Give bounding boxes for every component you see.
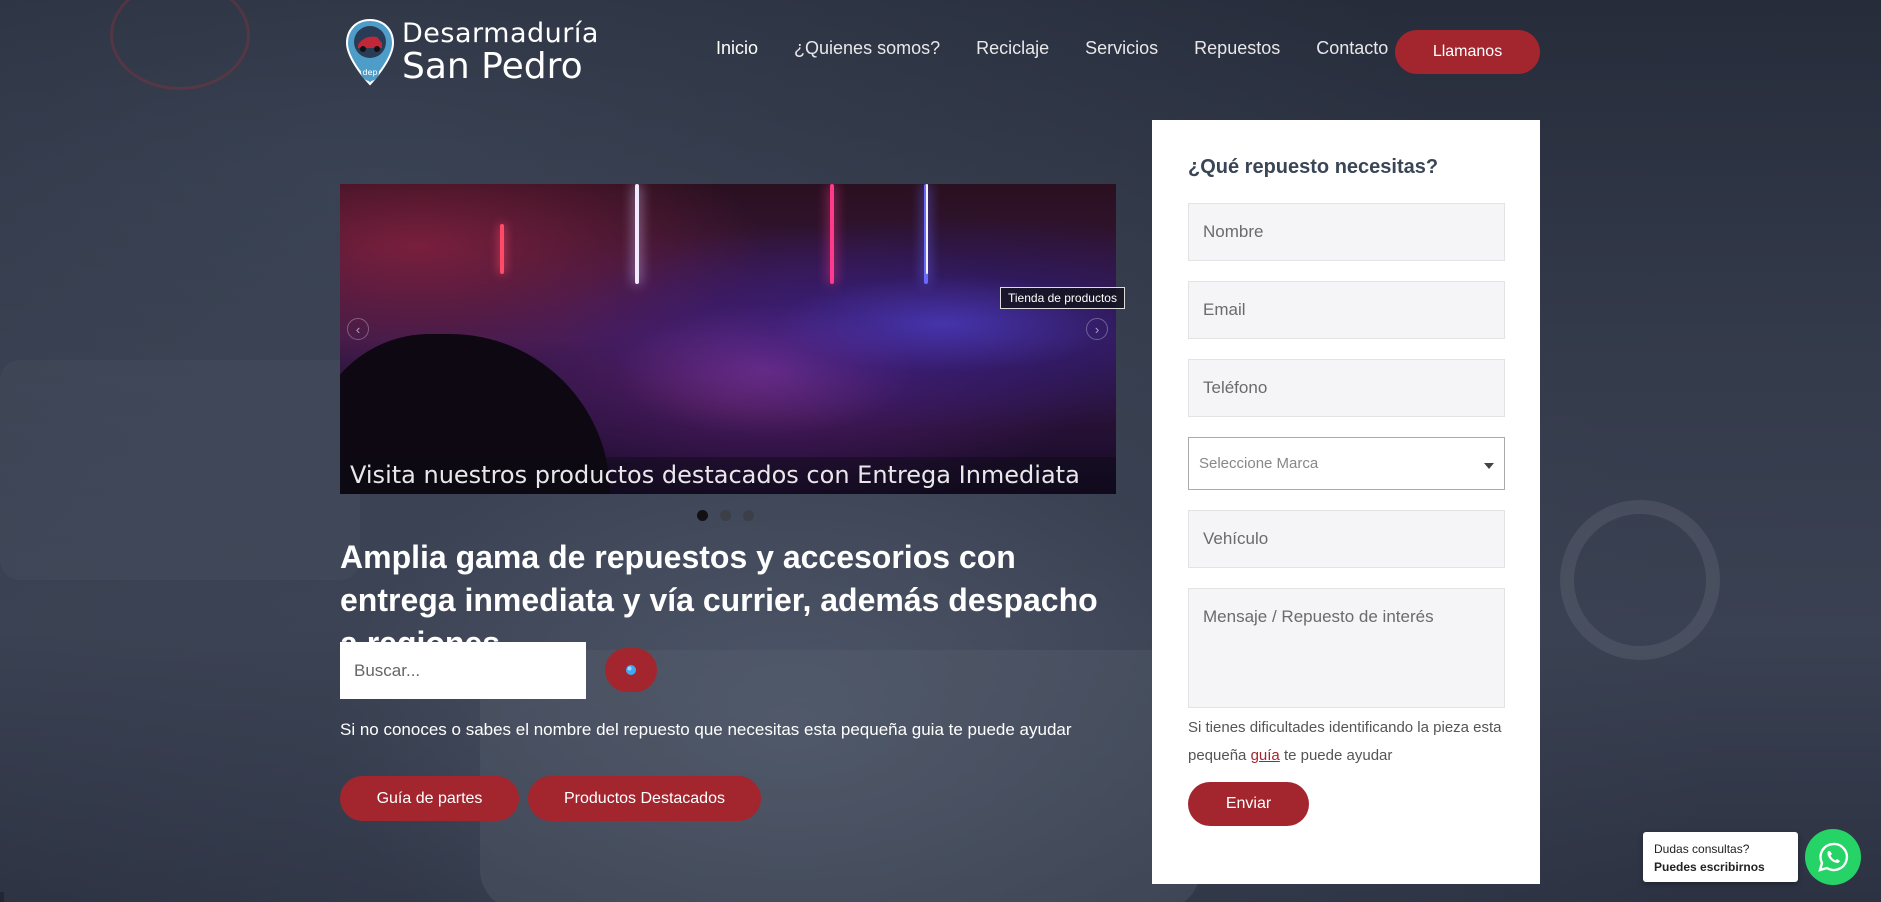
nav-item-inicio[interactable]: Inicio bbox=[716, 38, 758, 59]
whatsapp-icon bbox=[1818, 842, 1849, 872]
submit-button[interactable]: Enviar bbox=[1188, 782, 1309, 826]
nav-item-contacto[interactable]: Contacto bbox=[1316, 38, 1388, 59]
neon-light-decoration bbox=[500, 224, 504, 274]
nav-item-servicios[interactable]: Servicios bbox=[1085, 38, 1158, 59]
vehicle-field[interactable] bbox=[1188, 510, 1505, 568]
guide-link[interactable]: guía bbox=[1251, 747, 1280, 764]
phone-field[interactable] bbox=[1188, 359, 1505, 417]
brand-select[interactable]: Seleccione Marca bbox=[1188, 437, 1505, 490]
background-shape bbox=[110, 0, 250, 90]
neon-light-decoration bbox=[830, 184, 834, 284]
main-nav: Inicio ¿Quienes somos? Reciclaje Servici… bbox=[716, 38, 1424, 59]
search-button[interactable] bbox=[605, 648, 657, 692]
message-field[interactable] bbox=[1188, 588, 1505, 708]
quote-form: ¿Qué repuesto necesitas? Seleccione Marc… bbox=[1152, 120, 1540, 884]
search-icon bbox=[626, 665, 636, 675]
logo-badge-text: dep bbox=[362, 68, 377, 77]
slider-dot-3[interactable] bbox=[743, 510, 754, 521]
featured-products-button[interactable]: Productos Destacados bbox=[528, 776, 761, 821]
whatsapp-button[interactable] bbox=[1805, 829, 1861, 885]
slider-dot-1[interactable] bbox=[697, 510, 708, 521]
parts-guide-button[interactable]: Guía de partes bbox=[340, 776, 519, 821]
slider-dots bbox=[697, 510, 754, 521]
search-input[interactable] bbox=[340, 642, 586, 699]
background-shape bbox=[0, 360, 360, 580]
form-note-text-end: te puede ayudar bbox=[1279, 747, 1393, 764]
background-shape bbox=[1560, 500, 1720, 660]
map-pin-logo-icon: dep bbox=[344, 18, 396, 86]
chat-prompt-line2: Puedes escribirnos bbox=[1654, 860, 1765, 874]
nav-item-repuestos[interactable]: Repuestos bbox=[1194, 38, 1280, 59]
call-button[interactable]: Llamanos bbox=[1395, 30, 1540, 74]
nav-item-quienes-somos[interactable]: ¿Quienes somos? bbox=[794, 38, 940, 59]
neon-light-decoration bbox=[926, 184, 928, 274]
slider-next-arrow-icon[interactable]: › bbox=[1086, 318, 1108, 340]
chevron-down-icon bbox=[1484, 462, 1494, 469]
chat-prompt-bubble[interactable]: Dudas consultas? Puedes escribirnos bbox=[1643, 832, 1798, 882]
slide-caption: Visita nuestros productos destacados con… bbox=[340, 457, 1116, 494]
product-slider[interactable]: Visita nuestros productos destacados con… bbox=[340, 184, 1116, 494]
name-field[interactable] bbox=[1188, 203, 1505, 261]
site-logo[interactable]: dep Desarmaduría San Pedro bbox=[344, 18, 599, 86]
brand-name-line2: San Pedro bbox=[402, 45, 583, 87]
brand-select-value: Seleccione Marca bbox=[1199, 455, 1319, 472]
status-bar-url bbox=[0, 892, 4, 902]
neon-light-decoration bbox=[635, 184, 639, 284]
form-title: ¿Qué repuesto necesitas? bbox=[1188, 156, 1439, 178]
email-field[interactable] bbox=[1188, 281, 1505, 339]
nav-item-reciclaje[interactable]: Reciclaje bbox=[976, 38, 1049, 59]
form-note: Si tienes dificultades identificando la … bbox=[1188, 714, 1508, 770]
guide-helper-text: Si no conoces o sabes el nombre del repu… bbox=[340, 720, 1072, 739]
chat-prompt-line1: Dudas consultas? bbox=[1654, 842, 1750, 856]
slider-dot-2[interactable] bbox=[720, 510, 731, 521]
brand-name-line1: Desarmaduría bbox=[402, 17, 599, 49]
slide-tag-label[interactable]: Tienda de productos bbox=[1000, 287, 1125, 309]
slider-prev-arrow-icon[interactable]: ‹ bbox=[347, 318, 369, 340]
